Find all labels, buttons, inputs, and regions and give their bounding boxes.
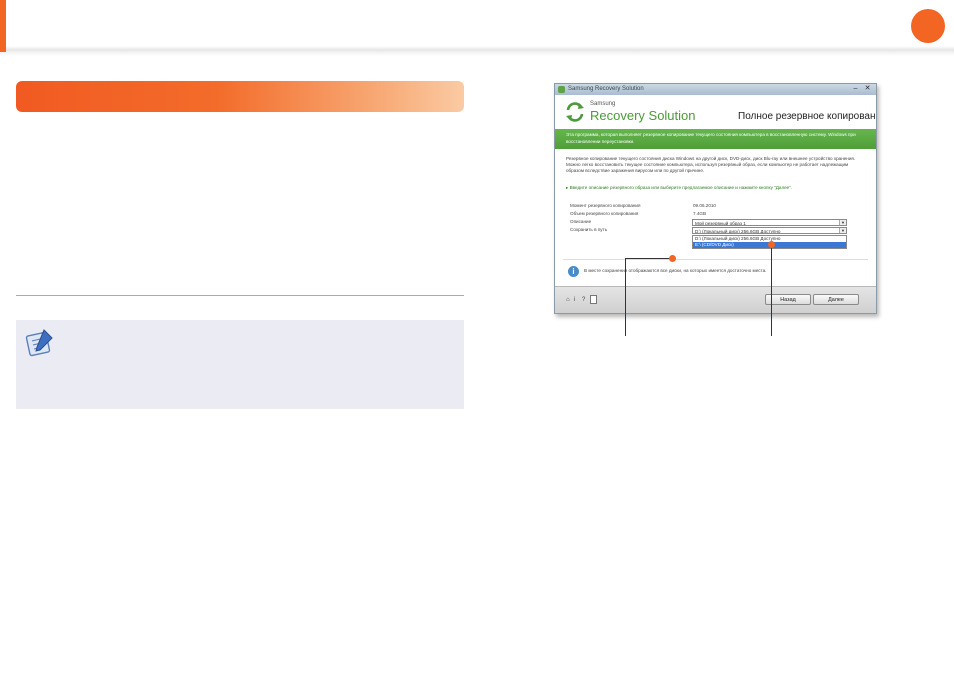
- save-path-label: Сохранить в путь: [570, 227, 608, 232]
- section-banner: [16, 81, 464, 112]
- document-icon[interactable]: [590, 295, 597, 304]
- callout-dot-1: [669, 255, 676, 262]
- chevron-down-icon[interactable]: ▼: [839, 228, 846, 233]
- backup-size-label: Объем резервного копирования: [570, 211, 639, 216]
- app-header: Samsung Recovery Solution Полное резервн…: [555, 95, 876, 129]
- description-select[interactable]: Мой резервный образ 1 ▼: [692, 219, 847, 226]
- chevron-down-icon[interactable]: ▼: [839, 220, 846, 225]
- home-icon[interactable]: ⌂: [566, 296, 570, 304]
- info-text: В месте сохранения отображаются все диск…: [584, 268, 767, 273]
- callout-dot-2: [768, 241, 775, 248]
- content-area: Резервное копирование текущего состояния…: [555, 149, 876, 286]
- hint-text: ▸ Введите описание резервного образа или…: [566, 185, 793, 190]
- window-footer: ⌂ i ? Назад Далее: [555, 286, 876, 313]
- content-separator: [563, 259, 868, 260]
- description-value: Мой резервный образ 1: [695, 221, 746, 226]
- save-path-select[interactable]: D:\ (Локальный диск) 256.6GB Доступно ▼: [692, 227, 847, 234]
- window-titlebar: Samsung Recovery Solution – ✕: [555, 84, 876, 95]
- info-icon: i: [568, 266, 579, 277]
- backup-size-value: 7.4GB: [693, 211, 707, 216]
- backup-time-value: 09.06.2010: [693, 203, 716, 208]
- close-icon[interactable]: ✕: [863, 85, 872, 93]
- header-rule: [0, 0, 954, 56]
- save-path-value: D:\ (Локальный диск) 256.6GB Доступно: [695, 229, 781, 234]
- recovery-logo-icon: [566, 102, 584, 122]
- page-number-badge: [911, 9, 945, 43]
- description-text: Резервное копирование текущего состояния…: [566, 156, 856, 173]
- note-pencil-icon: [25, 329, 53, 357]
- description-label: Описание: [570, 219, 592, 224]
- intro-text: Эта программа, которая выполняет резервн…: [566, 132, 856, 144]
- window-title: Samsung Recovery Solution: [568, 86, 644, 92]
- minimize-icon[interactable]: –: [851, 85, 860, 93]
- brand-large: Recovery Solution: [590, 108, 696, 123]
- intro-bar: Эта программа, которая выполняет резервн…: [555, 129, 876, 149]
- next-button[interactable]: Далее: [813, 294, 859, 305]
- info-small-icon[interactable]: i: [574, 296, 575, 304]
- help-icon[interactable]: ?: [582, 296, 585, 304]
- backup-time-label: Момент резервного копирования: [570, 203, 641, 208]
- header-accent-bar: [0, 0, 6, 52]
- app-icon: [558, 86, 565, 93]
- callout-line-1-horizontal: [625, 258, 673, 259]
- callout-line-1: [625, 258, 626, 336]
- section-divider: [16, 295, 464, 296]
- note-box: [16, 320, 464, 409]
- page-title: Полное резервное копирование: [738, 111, 877, 122]
- callout-line-2: [771, 244, 772, 336]
- recovery-window: Samsung Recovery Solution – ✕ Samsung Re…: [554, 83, 877, 314]
- brand-small: Samsung: [590, 101, 616, 107]
